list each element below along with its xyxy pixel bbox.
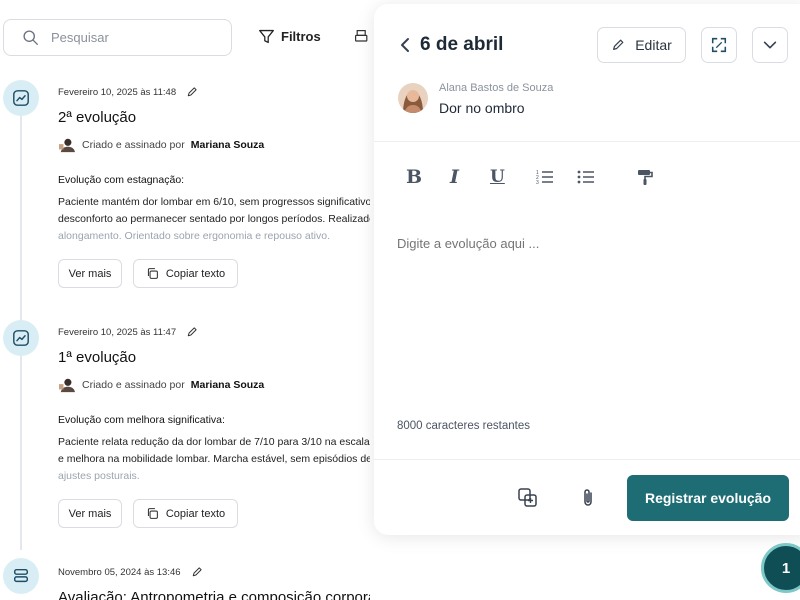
author-avatar (59, 138, 75, 153)
svg-text:3: 3 (536, 180, 539, 186)
entry-body-line: e melhora na mobilidade lombar. Marcha e… (58, 453, 370, 465)
filters-button[interactable]: Filtros (258, 28, 321, 45)
author-name: Mariana Souza (190, 379, 265, 391)
patient-avatar (398, 83, 428, 113)
entry-body-line: ajustes posturais. (58, 470, 140, 482)
pencil-icon[interactable] (191, 566, 203, 578)
author-prefix: Criado e assinado por (82, 139, 185, 151)
author-avatar (59, 378, 75, 393)
copy-text-label: Copiar texto (165, 507, 226, 520)
entry-subhead: Evolução com estagnação: (58, 174, 185, 186)
bullet-list-button[interactable] (577, 164, 595, 190)
chart-icon (3, 320, 39, 356)
pencil-icon[interactable] (186, 86, 198, 98)
evolution-text-input[interactable] (397, 228, 777, 258)
bold-button[interactable]: B (406, 164, 422, 190)
evolution-editor-panel: 6 de abril Editar Alana Bastos de Souza … (374, 4, 800, 535)
see-more-button[interactable]: Ver mais (58, 499, 122, 528)
chart-icon (3, 80, 39, 116)
filter-icon (259, 29, 274, 44)
search-input[interactable] (51, 30, 201, 45)
panel-footer-divider (374, 459, 800, 460)
print-icon[interactable] (354, 29, 370, 45)
panel-header: 6 de abril Editar Alana Bastos de Souza … (374, 4, 800, 142)
entry-subhead: Evolução com melhora significativa: (58, 414, 225, 426)
search-icon (23, 30, 38, 45)
patient-name: Alana Bastos de Souza (439, 82, 554, 94)
copy-text-button[interactable]: Copiar texto (133, 499, 238, 528)
edit-button[interactable]: Editar (597, 27, 686, 63)
entry-meta: Novembro 05, 2024 às 13:46 (58, 566, 203, 578)
paperclip-icon[interactable] (577, 487, 599, 509)
bullet-list-icon (577, 170, 594, 184)
remaining-characters: 8000 caracteres restantes (397, 420, 530, 432)
register-evolution-button[interactable]: Registrar evolução (627, 475, 789, 521)
entry-body-line: Paciente mantém dor lombar em 6/10, sem … (58, 196, 370, 208)
underline-button[interactable]: U (490, 164, 505, 190)
entry-datetime: Fevereiro 10, 2025 às 11:47 (58, 326, 177, 338)
ordered-list-button[interactable]: 123 (536, 164, 554, 190)
layers-icon (3, 558, 39, 594)
pencil-icon (613, 39, 624, 50)
entry-title: 2ª evolução (58, 109, 137, 126)
entry-meta: Fevereiro 10, 2025 às 11:48 (58, 86, 198, 98)
entry-body: Paciente relata redução da dor lombar de… (58, 434, 370, 485)
panel-date-title: 6 de abril (420, 34, 504, 55)
ordered-list-icon: 123 (536, 170, 553, 186)
entry-datetime: Fevereiro 10, 2025 às 11:48 (58, 86, 177, 98)
entry-author: Criado e assinado por Mariana Souza (58, 377, 264, 393)
entry-title: 1ª evolução (58, 349, 137, 366)
template-icon[interactable] (517, 487, 539, 509)
entry-title: Avaliação: Antropometria e composição co… (58, 589, 370, 600)
expand-button[interactable] (701, 27, 737, 63)
complaint-text: Dor no ombro (439, 100, 525, 116)
copy-text-label: Copiar texto (165, 267, 226, 280)
chevron-down-icon (763, 41, 777, 49)
entry-body-line: desconforto ao permanecer sentado por lo… (58, 213, 370, 225)
edit-label: Editar (635, 37, 672, 53)
author-prefix: Criado e assinado por (82, 379, 185, 391)
app-root: Filtros Fevereiro 10, 2025 às 11:48 2ª e… (0, 0, 800, 600)
entry-author: Criado e assinado por Mariana Souza (58, 137, 264, 153)
pencil-icon[interactable] (186, 326, 198, 338)
collapse-button[interactable] (752, 27, 788, 63)
entry-body: Paciente mantém dor lombar em 6/10, sem … (58, 194, 370, 245)
filters-label: Filtros (281, 29, 321, 44)
copy-icon (147, 268, 158, 279)
see-more-label: Ver mais (68, 267, 112, 280)
entry-body-line: alongamento. Orientado sobre ergonomia e… (58, 230, 331, 242)
format-painter-button[interactable] (636, 164, 654, 190)
entry-meta: Fevereiro 10, 2025 às 11:47 (58, 326, 198, 338)
copy-text-button[interactable]: Copiar texto (133, 259, 238, 288)
chevron-left-icon[interactable] (398, 36, 412, 54)
author-name: Mariana Souza (190, 139, 265, 151)
expand-icon (711, 37, 727, 53)
entry-body-line: Paciente relata redução da dor lombar de… (58, 436, 370, 448)
paint-roller-icon (638, 170, 653, 185)
see-more-button[interactable]: Ver mais (58, 259, 122, 288)
italic-button[interactable]: I (450, 164, 459, 190)
entry-datetime: Novembro 05, 2024 às 13:46 (58, 566, 181, 578)
see-more-label: Ver mais (68, 507, 112, 520)
search-box[interactable] (3, 19, 232, 56)
copy-icon (147, 508, 158, 519)
notification-badge[interactable]: 1 (761, 543, 800, 593)
